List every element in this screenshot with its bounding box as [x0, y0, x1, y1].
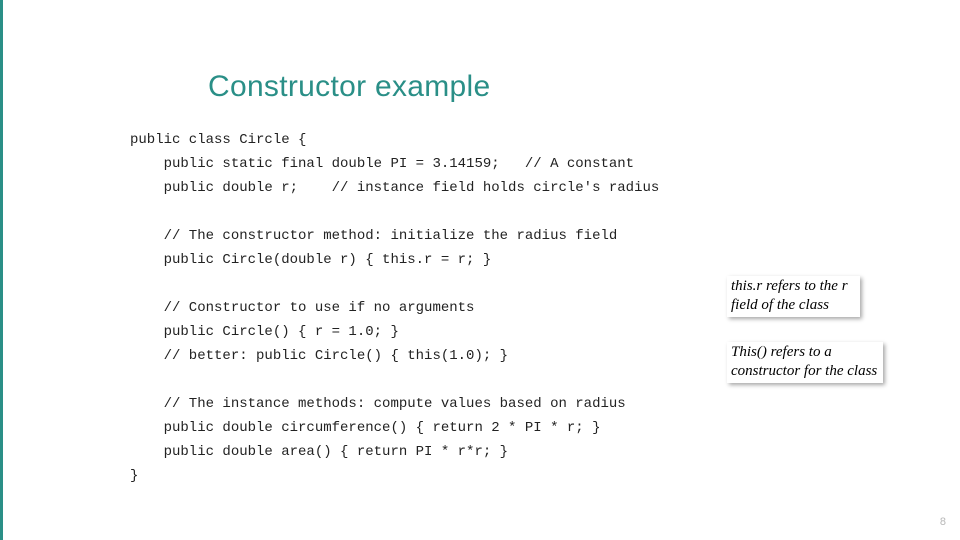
- code-line: // better: public Circle() { this(1.0); …: [130, 348, 508, 364]
- page-number: 8: [940, 516, 946, 528]
- code-line: public double circumference() { return 2…: [130, 420, 600, 436]
- slide-title: Constructor example: [208, 70, 490, 104]
- code-line: public Circle(double r) { this.r = r; }: [130, 252, 491, 268]
- code-line: // The constructor method: initialize th…: [130, 228, 617, 244]
- code-line: public class Circle {: [130, 132, 306, 148]
- code-line: // The instance methods: compute values …: [130, 396, 626, 412]
- accent-bar: [0, 0, 3, 540]
- code-line: public double area() { return PI * r*r; …: [130, 444, 508, 460]
- code-line: public static final double PI = 3.14159;…: [130, 156, 634, 172]
- code-line: // Constructor to use if no arguments: [130, 300, 474, 316]
- code-line: public Circle() { r = 1.0; }: [130, 324, 399, 340]
- code-line: public double r; // instance field holds…: [130, 180, 659, 196]
- annotation-this-constructor: This() refers to a constructor for the c…: [727, 342, 883, 383]
- annotation-this-r: this.r refers to the r field of the clas…: [727, 276, 860, 317]
- code-line: }: [130, 468, 138, 484]
